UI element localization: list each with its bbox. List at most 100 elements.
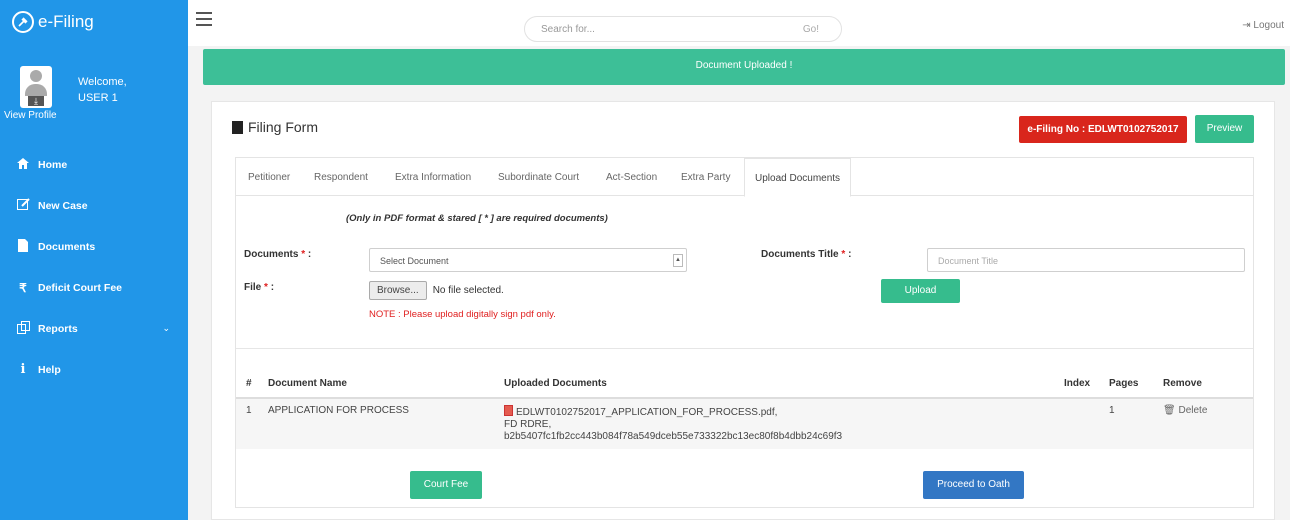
preview-button[interactable]: Preview [1195,115,1254,143]
pdf-icon [504,405,513,416]
success-alert: Document Uploaded ! [203,49,1285,85]
trash-icon: 🗑 [1163,405,1176,416]
row-number: 1 [236,398,262,449]
label-colon: : [848,249,852,260]
page-title-text: Filing Form [248,119,319,135]
sidebar-nav: Home New Case Documents ₹ Deficit Court … [0,144,188,390]
delete-button[interactable]: 🗑 Delete [1163,405,1207,416]
sidebar-item-help[interactable]: i Help [0,349,188,390]
table-row: 1 APPLICATION FOR PROCESS EDLWT010275201… [236,398,1253,449]
uploaded-documents-table: # Document Name Uploaded Documents Index… [236,370,1253,449]
table-header-row: # Document Name Uploaded Documents Index… [236,370,1253,399]
file-icon [232,120,243,134]
brand-title: e-Filing [38,12,94,31]
col-number: # [236,370,262,399]
file-label: File * : [244,282,274,293]
gavel-icon [12,11,34,33]
file-status: No file selected. [432,284,504,296]
search-go-button[interactable]: Go! [803,24,819,35]
row-document-name: APPLICATION FOR PROCESS [262,398,498,449]
col-document-name: Document Name [262,370,498,399]
court-fee-button[interactable]: Court Fee [410,471,482,499]
documents-title-label: Documents Title * : [761,249,851,260]
documents-label: Documents * : [244,249,311,260]
documents-title-label-text: Documents Title [761,249,839,260]
col-uploaded-documents: Uploaded Documents [498,370,1058,399]
view-profile-link[interactable]: View Profile [4,110,57,121]
tab-extra-information[interactable]: Extra Information [395,172,471,183]
col-remove: Remove [1157,370,1253,399]
page-title: Filing Form [232,119,318,135]
documents-label-text: Documents [244,249,299,260]
efiling-number-badge: e-Filing No : EDLWT0102752017 [1019,116,1187,143]
sidebar-item-label: Help [38,363,61,376]
tab-bar: Petitioner Respondent Extra Information … [236,158,1253,197]
filing-form-card: Filing Form e-Filing No : EDLWT010275201… [211,101,1275,520]
edit-icon [14,198,32,213]
tab-subordinate-court[interactable]: Subordinate Court [498,172,579,183]
required-mark: * [264,282,268,293]
menu-icon[interactable] [196,12,212,30]
tab-respondent[interactable]: Respondent [314,172,368,183]
rupee-icon: ₹ [19,280,27,295]
welcome-label: Welcome, [78,76,127,88]
browse-button[interactable]: Browse... [369,280,427,300]
upload-button[interactable]: Upload [881,279,960,303]
format-note: (Only in PDF format & stared [ * ] are r… [346,213,608,224]
required-mark: * [301,249,306,260]
home-icon [14,157,32,172]
label-colon: : [307,249,312,260]
sidebar: e-Filing ⤓ Welcome, USER 1 View Profile … [0,0,188,520]
sidebar-item-home[interactable]: Home [0,144,188,185]
sidebar-item-deficit-court-fee[interactable]: ₹ Deficit Court Fee [0,267,188,308]
logout-label: Logout [1253,20,1284,31]
welcome-text: Welcome, USER 1 [78,74,127,106]
form-panel: Petitioner Respondent Extra Information … [235,157,1254,508]
documents-select[interactable]: Select Document ▲ [369,248,687,272]
sidebar-item-documents[interactable]: Documents [0,226,188,267]
documents-select-value: Select Document [380,256,449,266]
search-input[interactable]: Search for... Go! [524,16,842,42]
file-icon [14,238,32,255]
proceed-to-oath-button[interactable]: Proceed to Oath [923,471,1024,499]
sidebar-item-label: Reports [38,322,78,335]
tab-extra-party[interactable]: Extra Party [681,172,730,183]
uploaded-file-link[interactable]: EDLWT0102752017_APPLICATION_FOR_PROCESS.… [516,407,777,418]
row-pages: 1 [1103,398,1157,449]
sidebar-item-reports[interactable]: Reports ⌄ [0,308,188,349]
copy-icon [14,320,32,337]
avatar[interactable]: ⤓ [20,66,52,108]
col-pages: Pages [1103,370,1157,399]
user-name: USER 1 [78,92,118,104]
sidebar-item-label: Home [38,158,68,171]
sidebar-item-label: Deficit Court Fee [38,281,123,294]
sidebar-item-new-case[interactable]: New Case [0,185,188,226]
required-mark: * [841,249,846,260]
sidebar-item-label: New Case [38,199,88,212]
sign-note: NOTE : Please upload digitally sign pdf … [369,309,556,320]
tab-petitioner[interactable]: Petitioner [248,172,290,183]
tab-upload-documents[interactable]: Upload Documents [744,158,852,197]
search-placeholder: Search for... [541,24,595,35]
row-uploaded-file: EDLWT0102752017_APPLICATION_FOR_PROCESS.… [498,398,1058,449]
sign-out-icon: ⇥ [1242,20,1251,31]
brand[interactable]: e-Filing [0,0,188,44]
file-input[interactable]: Browse... No file selected. [369,280,504,300]
topbar: Search for... Go! ⇥ Logout [188,0,1290,46]
delete-label: Delete [1178,405,1208,416]
row-index [1058,398,1103,449]
file-label-text: File [244,282,262,293]
dropdown-arrow-icon: ▲ [673,254,683,267]
info-icon: i [20,362,26,377]
logout-link[interactable]: ⇥ Logout [1242,20,1284,31]
divider [236,348,1253,349]
row-remove: 🗑 Delete [1157,398,1253,449]
tab-act-section[interactable]: Act-Section [606,172,657,183]
uploaded-file-line2: FD RDRE, [504,419,552,430]
sidebar-item-label: Documents [38,240,96,253]
label-colon: : [270,282,275,293]
chevron-down-icon: ⌄ [162,323,170,333]
documents-title-input[interactable]: Document Title [927,248,1245,272]
col-index: Index [1058,370,1103,399]
uploaded-file-hash: b2b5407fc1fb2cc443b084f78a549dceb55e7333… [504,431,843,442]
